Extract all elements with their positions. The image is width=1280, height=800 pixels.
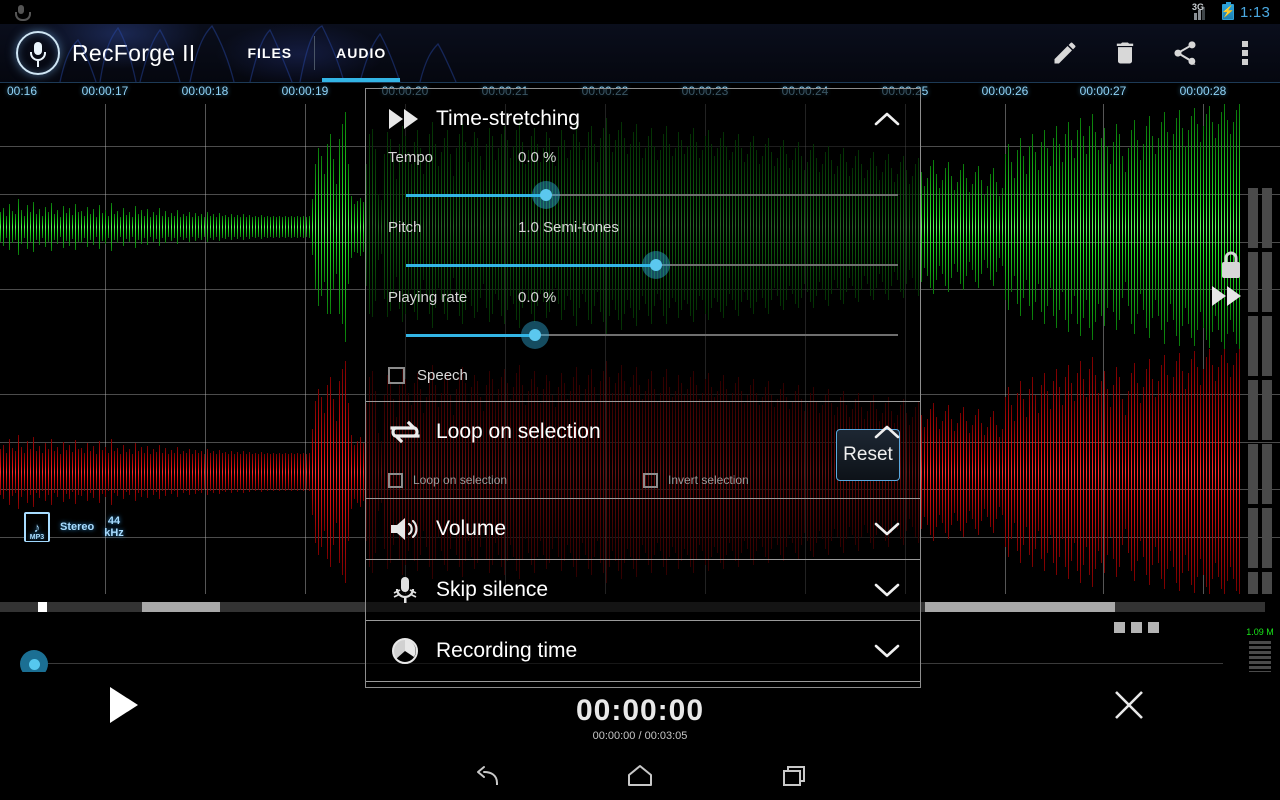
tab-files[interactable]: FILES — [225, 24, 314, 82]
speech-label: Speech — [417, 367, 468, 384]
section-schedule-recordings: Schedule recordings — [366, 682, 920, 688]
ruler-tick: 00:16 — [7, 84, 37, 98]
slider-track[interactable] — [388, 251, 898, 279]
section-header-volume[interactable]: Volume — [366, 499, 920, 559]
network-type-label: 3G — [1192, 2, 1204, 12]
scrollbar-position-marker[interactable] — [38, 602, 47, 612]
section-header-time-stretching[interactable]: Time-stretching — [366, 89, 920, 149]
mp3-label: MP3 — [26, 534, 48, 541]
speaker-volume-icon — [382, 515, 428, 543]
invert-selection-label: Invert selection — [668, 473, 749, 487]
slider-track[interactable] — [388, 181, 898, 209]
nav-recents-icon[interactable] — [772, 756, 816, 796]
section-title: Time-stretching — [436, 107, 580, 131]
mic-muted-icon — [382, 575, 428, 605]
current-time-display: 00:00:00 — [0, 694, 1280, 728]
slider-track[interactable] — [388, 321, 898, 349]
waveform-right-edge-bars — [1246, 188, 1280, 594]
action-bar: RecForge II FILES AUDIO — [0, 24, 1280, 82]
section-skip-silence: Skip silence — [366, 560, 920, 621]
section-title: Skip silence — [436, 578, 548, 602]
section-time-stretching: Time-stretching Tempo 0.0 % Pitch 1.0 Se… — [366, 89, 920, 402]
loop-on-selection-checkbox-item: Loop on selection — [388, 473, 643, 488]
ruler-tick: 00:00:28 — [1180, 84, 1227, 98]
ruler-tick: 00:00:27 — [1080, 84, 1127, 98]
section-loop-on-selection: Loop on selection Loop on selection Inve… — [366, 402, 920, 499]
pie-clock-icon — [382, 636, 428, 666]
overflow-menu-icon[interactable] — [1222, 30, 1268, 76]
status-clock: 1:13 — [1240, 4, 1270, 21]
speech-checkbox[interactable] — [388, 367, 405, 384]
chevron-down-icon[interactable] — [870, 643, 904, 659]
audio-format-badge: ♪MP3 Stereo 44 kHz — [24, 512, 124, 542]
sample-rate-value: 44 — [104, 515, 124, 527]
channels-label: Stereo — [60, 521, 94, 533]
ruler-tick: 00:00:19 — [282, 84, 329, 98]
slider-value: 0.0 % — [518, 289, 556, 306]
fast-forward-icon — [382, 108, 428, 130]
tab-audio[interactable]: AUDIO — [314, 24, 408, 82]
invert-selection-checkbox[interactable] — [643, 473, 658, 488]
section-header-recording-time[interactable]: Recording time — [366, 621, 920, 681]
slider-value: 0.0 % — [518, 149, 556, 166]
section-header-skip-silence[interactable]: Skip silence — [366, 560, 920, 620]
ruler-tick: 00:00:18 — [182, 84, 229, 98]
loop-on-selection-label: Loop on selection — [413, 473, 507, 487]
audio-settings-dialog: Time-stretching Tempo 0.0 % Pitch 1.0 Se… — [365, 88, 921, 688]
invert-selection-checkbox-item: Invert selection — [643, 473, 898, 488]
slider-playing-rate[interactable]: Playing rate 0.0 % — [366, 289, 920, 349]
ruler-tick: 00:00:26 — [982, 84, 1029, 98]
status-bar: 3G ⚡ 1:13 — [0, 0, 1280, 24]
battery-charging-icon: ⚡ — [1222, 4, 1234, 20]
progress-time-display: 00:00:00 / 00:03:05 — [0, 730, 1280, 742]
chevron-down-icon[interactable] — [870, 521, 904, 537]
sample-rate-unit: kHz — [104, 527, 124, 539]
signal-strength-icon: 3G — [1194, 4, 1216, 20]
chevron-up-icon[interactable] — [870, 111, 904, 127]
section-volume: Volume — [366, 499, 920, 560]
chevron-down-icon[interactable] — [870, 582, 904, 598]
microphone-logo-icon — [16, 31, 60, 75]
share-icon[interactable] — [1162, 30, 1208, 76]
slider-value: 1.0 Semi-tones — [518, 219, 619, 236]
section-header-loop-on-selection[interactable]: Loop on selection — [366, 402, 920, 462]
cpu-meter-value: 1.09 M — [1242, 628, 1278, 638]
sample-rate-label: 44 kHz — [104, 515, 124, 539]
section-header-schedule-recordings[interactable]: Schedule recordings — [366, 682, 920, 688]
app-title: RecForge II — [72, 40, 195, 67]
android-nav-bar — [0, 752, 1280, 800]
tab-bar: FILES AUDIO — [225, 24, 408, 82]
mp3-file-icon: ♪MP3 — [24, 512, 50, 542]
slider-pitch[interactable]: Pitch 1.0 Semi-tones — [366, 219, 920, 279]
nav-home-icon[interactable] — [618, 756, 662, 796]
section-recording-time: Recording time — [366, 621, 920, 682]
nav-back-icon[interactable] — [464, 756, 508, 796]
loop-repeat-icon — [382, 418, 428, 446]
loop-checkbox-row: Loop on selection Invert selection — [366, 462, 920, 498]
action-bar-icons — [1042, 30, 1280, 76]
section-title: Volume — [436, 517, 506, 541]
drag-handle[interactable] — [1114, 622, 1159, 633]
section-title: Recording time — [436, 639, 577, 663]
slider-label: Playing rate — [388, 289, 518, 306]
chevron-up-icon[interactable] — [870, 424, 904, 440]
slider-label: Pitch — [388, 219, 518, 236]
slider-tempo[interactable]: Tempo 0.0 % — [366, 149, 920, 209]
edit-pencil-icon[interactable] — [1042, 30, 1088, 76]
ruler-tick: 00:00:17 — [82, 84, 129, 98]
microphone-icon — [14, 4, 28, 20]
lock-icon[interactable] — [1218, 250, 1244, 285]
trash-delete-icon[interactable] — [1102, 30, 1148, 76]
checkbox-row-speech: Speech — [366, 349, 920, 401]
status-bar-right: 3G ⚡ 1:13 — [1194, 4, 1280, 21]
fast-forward-icon[interactable] — [1210, 284, 1244, 313]
section-title: Loop on selection — [436, 420, 601, 444]
loop-on-selection-checkbox[interactable] — [388, 473, 403, 488]
close-button[interactable] — [1112, 688, 1146, 727]
slider-label: Tempo — [388, 149, 518, 166]
